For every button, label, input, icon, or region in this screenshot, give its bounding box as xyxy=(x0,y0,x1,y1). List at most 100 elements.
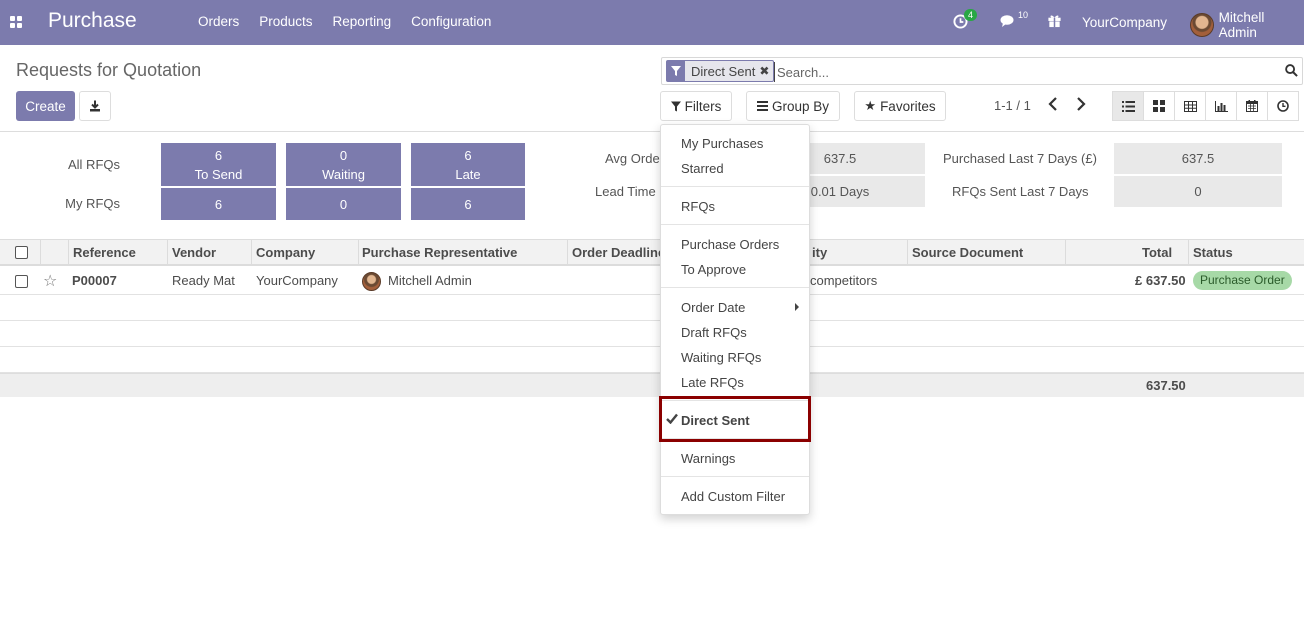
filters-button[interactable]: Filters xyxy=(660,91,732,121)
create-button[interactable]: Create xyxy=(16,91,75,121)
filter-warnings[interactable]: Warnings xyxy=(681,451,735,466)
pivot-view-icon[interactable] xyxy=(1174,91,1206,121)
favorite-star-icon[interactable]: ☆ xyxy=(43,271,57,291)
column-divider xyxy=(68,240,69,265)
user-name: Mitchell Admin xyxy=(1218,10,1265,40)
my-to-send-tile[interactable]: 6 xyxy=(161,188,276,220)
column-divider xyxy=(167,240,168,265)
column-activity[interactable]: ity xyxy=(812,245,827,260)
facet-label: Direct Sent xyxy=(691,63,756,79)
messaging-menu[interactable]: 10 xyxy=(1000,10,1028,32)
select-all-checkbox[interactable] xyxy=(15,246,28,259)
pager-previous-icon[interactable] xyxy=(1048,97,1058,114)
empty-row xyxy=(0,347,1304,373)
empty-row xyxy=(0,321,1304,347)
status-badge: Purchase Order xyxy=(1193,271,1292,290)
column-source-document[interactable]: Source Document xyxy=(912,245,1023,260)
dropdown-divider xyxy=(661,438,809,439)
group-by-button[interactable]: Group By xyxy=(746,91,840,121)
menu-configuration[interactable]: Configuration xyxy=(401,14,501,29)
add-custom-filter[interactable]: Add Custom Filter xyxy=(681,489,785,504)
representative-avatar xyxy=(362,272,381,291)
filter-late-rfqs[interactable]: Late RFQs xyxy=(681,375,744,390)
my-late-tile[interactable]: 6 xyxy=(411,188,525,220)
filter-rfqs[interactable]: RFQs xyxy=(681,199,715,214)
tile-value: 6 xyxy=(464,196,472,212)
pager-next-icon[interactable] xyxy=(1076,97,1086,114)
search-icon[interactable] xyxy=(1285,64,1298,80)
favorites-label: Favorites xyxy=(880,98,936,114)
remove-facet-icon[interactable]: ✖ xyxy=(759,64,773,78)
purchased-last-7-days-value: 637.5 xyxy=(1114,143,1282,174)
app-name[interactable]: Purchase xyxy=(48,9,137,33)
apps-grid-icon[interactable] xyxy=(10,16,23,29)
menu-reporting[interactable]: Reporting xyxy=(323,14,402,29)
gift-menu[interactable] xyxy=(1047,13,1062,31)
column-divider xyxy=(40,240,41,265)
cell-vendor: Ready Mat xyxy=(172,273,235,288)
all-waiting-tile[interactable]: 0 Waiting xyxy=(286,143,401,186)
column-order-deadline[interactable]: Order Deadline xyxy=(572,245,665,260)
tile-label: Late xyxy=(455,166,481,182)
filter-funnel-icon xyxy=(667,61,685,81)
favorites-button[interactable]: ★ Favorites xyxy=(854,91,946,121)
list-footer xyxy=(0,373,1304,397)
dropdown-divider xyxy=(661,400,809,401)
column-reference[interactable]: Reference xyxy=(73,245,136,260)
rfqs-sent-last-7-days-label: RFQs Sent Last 7 Days xyxy=(952,184,1089,199)
cell-company: YourCompany xyxy=(256,273,338,288)
activity-count-badge: 4 xyxy=(964,9,978,21)
filter-to-approve[interactable]: To Approve xyxy=(681,262,746,277)
filter-order-date[interactable]: Order Date xyxy=(681,300,745,315)
menu-products[interactable]: Products xyxy=(249,14,322,29)
kanban-view-icon[interactable] xyxy=(1143,91,1175,121)
cell-reference: P00007 xyxy=(72,273,117,288)
user-menu[interactable]: Mitchell Admin xyxy=(1190,10,1304,40)
search-facet-direct-sent: Direct Sent ✖ xyxy=(666,60,775,82)
column-purchase-representative[interactable]: Purchase Representative xyxy=(362,245,517,260)
list-header: Reference Vendor Company Purchase Repres… xyxy=(0,239,1304,266)
column-total[interactable]: Total xyxy=(1142,245,1172,260)
my-waiting-tile[interactable]: 0 xyxy=(286,188,401,220)
company-switcher[interactable]: YourCompany xyxy=(1082,15,1167,30)
filter-funnel-icon xyxy=(670,101,681,111)
pager-value[interactable]: 1-1 / 1 xyxy=(994,98,1031,113)
filter-draft-rfqs[interactable]: Draft RFQs xyxy=(681,325,747,340)
column-divider xyxy=(358,240,359,265)
cell-total: £ 637.50 xyxy=(1135,273,1186,288)
search-input[interactable] xyxy=(774,62,1274,82)
download-icon xyxy=(90,100,100,112)
dropdown-divider xyxy=(661,287,809,288)
filter-purchase-orders[interactable]: Purchase Orders xyxy=(681,237,779,252)
column-vendor[interactable]: Vendor xyxy=(172,245,216,260)
gift-icon xyxy=(1048,15,1061,28)
list-view-icon[interactable] xyxy=(1112,91,1144,121)
caret-right-icon xyxy=(795,303,799,311)
menu-orders[interactable]: Orders xyxy=(188,14,249,29)
graph-view-icon[interactable] xyxy=(1205,91,1237,121)
export-button[interactable] xyxy=(79,91,111,121)
all-late-tile[interactable]: 6 Late xyxy=(411,143,525,186)
dropdown-divider xyxy=(661,186,809,187)
group-by-label: Group By xyxy=(771,98,830,114)
rfqs-sent-last-7-days-value: 0 xyxy=(1114,176,1282,207)
search-bar: Direct Sent ✖ xyxy=(661,57,1303,85)
tile-value: 6 xyxy=(214,196,223,212)
empty-row xyxy=(0,295,1304,321)
column-divider xyxy=(907,240,908,265)
column-status[interactable]: Status xyxy=(1193,245,1233,260)
filter-direct-sent[interactable]: Direct Sent xyxy=(681,413,750,428)
filters-dropdown: My Purchases Starred RFQs Purchase Order… xyxy=(660,124,810,515)
filter-starred[interactable]: Starred xyxy=(681,161,724,176)
footer-total: 637.50 xyxy=(1146,378,1186,393)
main-menu: Orders Products Reporting Configuration xyxy=(188,14,501,29)
activity-menu[interactable]: 4 xyxy=(953,9,978,32)
filter-my-purchases[interactable]: My Purchases xyxy=(681,136,763,151)
row-checkbox[interactable] xyxy=(15,275,28,288)
calendar-view-icon[interactable] xyxy=(1236,91,1268,121)
activity-view-icon[interactable] xyxy=(1267,91,1299,121)
column-divider xyxy=(251,240,252,265)
all-to-send-tile[interactable]: 6 To Send xyxy=(161,143,276,186)
column-company[interactable]: Company xyxy=(256,245,315,260)
filter-waiting-rfqs[interactable]: Waiting RFQs xyxy=(681,350,761,365)
